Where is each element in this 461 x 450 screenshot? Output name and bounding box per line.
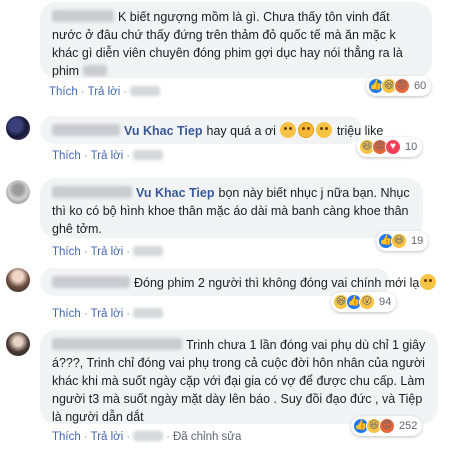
like-link[interactable]: Thích — [52, 308, 81, 320]
laughing-face-icon — [280, 122, 297, 138]
comment-text: Trinh chưa 1 lần đóng vai phụ dù chỉ 1 g… — [52, 338, 426, 424]
timestamp-redacted[interactable] — [130, 86, 161, 96]
edited-label[interactable]: Đã chỉnh sửa — [173, 431, 241, 443]
wow-face-icon: 😮 — [359, 294, 375, 310]
comment-text: hay quá a ơi — [206, 124, 276, 138]
heart-icon: ♥ — [385, 139, 401, 155]
laughing-face-icon — [420, 274, 437, 290]
comment-suffix: triệu like — [336, 124, 384, 138]
reaction-count: 94 — [379, 296, 392, 308]
reaction-summary[interactable]: 👍 😆 19 — [376, 231, 429, 251]
like-link[interactable]: Thích — [49, 86, 78, 98]
reaction-summary[interactable]: 😆 👍 😮 94 — [331, 292, 397, 312]
timestamp-redacted[interactable] — [133, 431, 164, 441]
comment-actions: Thích · Trả lời · · Đã chỉnh sửa — [52, 431, 242, 443]
reaction-count: 10 — [405, 141, 418, 153]
avatar[interactable] — [6, 116, 30, 140]
reaction-summary[interactable]: 👍 😆 😡 60 — [366, 76, 432, 96]
reaction-count: 19 — [411, 235, 424, 247]
reaction-count: 252 — [399, 420, 418, 432]
reaction-summary[interactable]: 👍 😆 😡 252 — [351, 416, 423, 436]
like-link[interactable]: Thích — [52, 150, 81, 162]
kissing-face-icon — [316, 122, 333, 138]
avatar[interactable] — [6, 332, 30, 356]
comment-actions: Thích · Trả lời · — [52, 150, 164, 162]
reaction-count: 60 — [414, 80, 427, 92]
laughing-face-icon: 😆 — [391, 233, 407, 249]
author-link[interactable]: Vu Khac Tiep — [136, 186, 215, 200]
angry-face-icon: 😡 — [394, 78, 410, 94]
author-name-redacted[interactable] — [52, 10, 114, 22]
avatar[interactable] — [6, 268, 30, 292]
timestamp-redacted[interactable] — [133, 308, 164, 318]
timestamp-redacted[interactable] — [133, 150, 164, 160]
comment-bubble: Vu Khac Tiep hay quá a ơi triệu like — [40, 116, 383, 144]
reply-link[interactable]: Trả lời — [91, 246, 124, 258]
author-link[interactable]: Vu Khac Tiep — [124, 124, 203, 138]
reply-link[interactable]: Trả lời — [91, 308, 124, 320]
timestamp-redacted[interactable] — [133, 246, 164, 256]
redacted-word — [82, 65, 107, 76]
comment-actions: Thích · Trả lời · — [52, 246, 164, 258]
reaction-summary[interactable]: 😆 😡 ♥ 10 — [357, 137, 423, 157]
comment-bubble: Vu Khac Tiep bọn này biết nhục j nữa bạn.… — [40, 178, 423, 238]
comment-actions: Thích · Trả lời · — [49, 86, 161, 98]
author-name-redacted — [52, 124, 120, 136]
comment-bubble: Trinh chưa 1 lần đóng vai phụ dù chỉ 1 g… — [40, 330, 438, 424]
comment-actions: Thích · Trả lời · — [52, 308, 164, 320]
reply-link[interactable]: Trả lời — [91, 431, 124, 443]
author-name-redacted[interactable] — [52, 338, 182, 350]
blushing-face-icon — [298, 122, 315, 138]
reply-link[interactable]: Trả lời — [91, 150, 124, 162]
comment-bubble: K biết ngượng mồm là gì. Chưa thấy tôn v… — [40, 2, 432, 78]
reply-link[interactable]: Trả lời — [88, 86, 121, 98]
comment-text: Đóng phim 2 người thì không đóng vai chí… — [134, 276, 420, 290]
angry-face-icon: 😡 — [379, 418, 395, 434]
like-link[interactable]: Thích — [52, 246, 81, 258]
author-name-redacted[interactable] — [52, 276, 130, 288]
like-link[interactable]: Thích — [52, 431, 81, 443]
avatar[interactable] — [6, 180, 30, 204]
author-name-redacted — [52, 186, 132, 198]
